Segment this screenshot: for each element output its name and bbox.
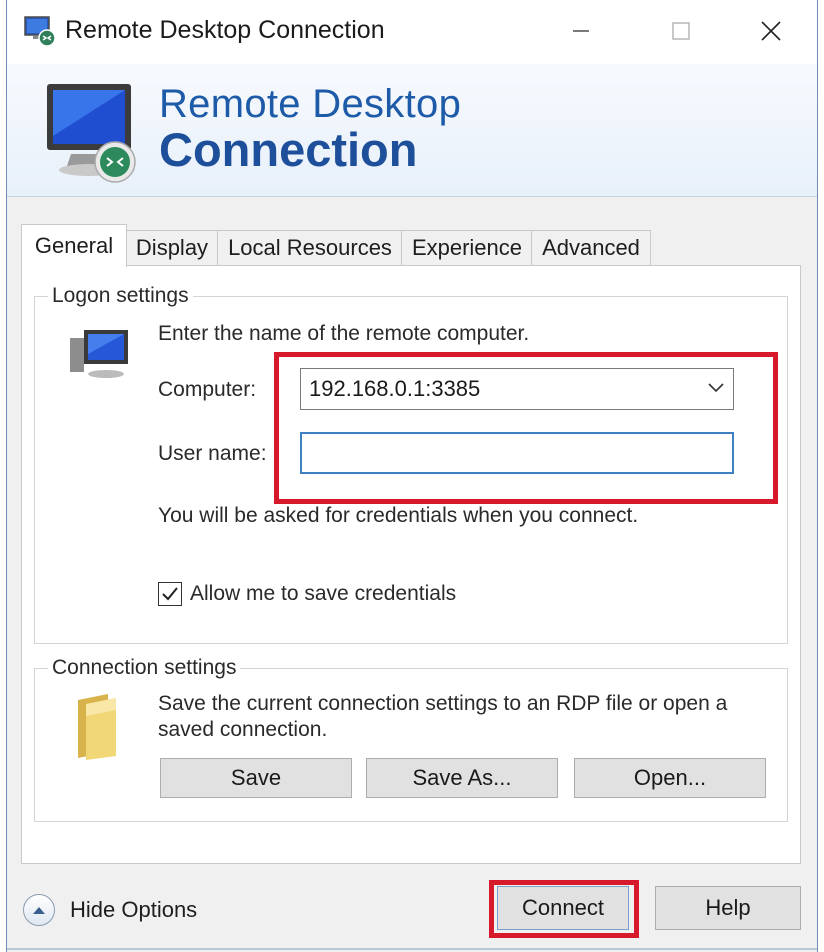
maximize-icon [672, 22, 690, 40]
hide-options-button[interactable] [23, 894, 55, 926]
remote-desktop-app-icon [24, 16, 56, 47]
tab-experience[interactable]: Experience [401, 230, 533, 265]
rdc-window: Remote Desktop Connection Remote Desktop… [6, 0, 818, 952]
credentials-note: You will be asked for credentials when y… [158, 504, 639, 527]
logon-settings-label: Logon settings [48, 284, 193, 308]
hide-options-toggle[interactable]: Hide Options [23, 890, 197, 930]
checkmark-icon [162, 587, 178, 601]
logon-instruction: Enter the name of the remote computer. [158, 322, 530, 345]
tab-display[interactable]: Display [125, 230, 219, 265]
hide-options-label[interactable]: Hide Options [70, 897, 197, 923]
close-button[interactable] [737, 0, 805, 62]
computer-icon [70, 330, 128, 378]
connection-settings-label: Connection settings [48, 656, 241, 680]
save-button[interactable]: Save [160, 758, 352, 798]
title-bar: Remote Desktop Connection [7, 0, 817, 64]
banner-title-line1: Remote Desktop [159, 82, 462, 126]
close-icon [761, 21, 781, 41]
maximize-button[interactable] [647, 0, 715, 62]
connection-description-line1: Save the current connection settings to … [158, 692, 728, 715]
window-bottom-border [7, 948, 817, 950]
general-tab-panel: Logon settings Enter the name of the rem… [21, 265, 801, 864]
help-label: Help [705, 895, 751, 920]
open-button[interactable]: Open... [574, 758, 766, 798]
highlight-box-computer-user [274, 352, 778, 504]
help-button[interactable]: Help [655, 886, 801, 930]
computer-label: Computer: [158, 378, 257, 401]
folder-icon [78, 694, 116, 760]
header-banner: Remote Desktop Connection [7, 64, 817, 197]
connection-description-line2: saved connection. [158, 718, 328, 741]
minimize-icon [573, 30, 589, 32]
tab-general[interactable]: General [21, 224, 127, 267]
save-credentials-label[interactable]: Allow me to save credentials [190, 582, 456, 606]
tab-advanced[interactable]: Advanced [531, 230, 651, 265]
highlight-box-connect [489, 880, 639, 938]
username-label: User name: [158, 442, 267, 465]
save-as-button[interactable]: Save As... [366, 758, 558, 798]
remote-desktop-logo-icon [47, 84, 136, 183]
window-title: Remote Desktop Connection [65, 16, 385, 44]
banner-title-line2: Connection [159, 123, 418, 176]
tab-local-resources[interactable]: Local Resources [217, 230, 403, 265]
minimize-button[interactable] [547, 0, 615, 62]
save-credentials-checkbox[interactable] [158, 582, 182, 606]
chevron-up-icon [33, 907, 45, 914]
